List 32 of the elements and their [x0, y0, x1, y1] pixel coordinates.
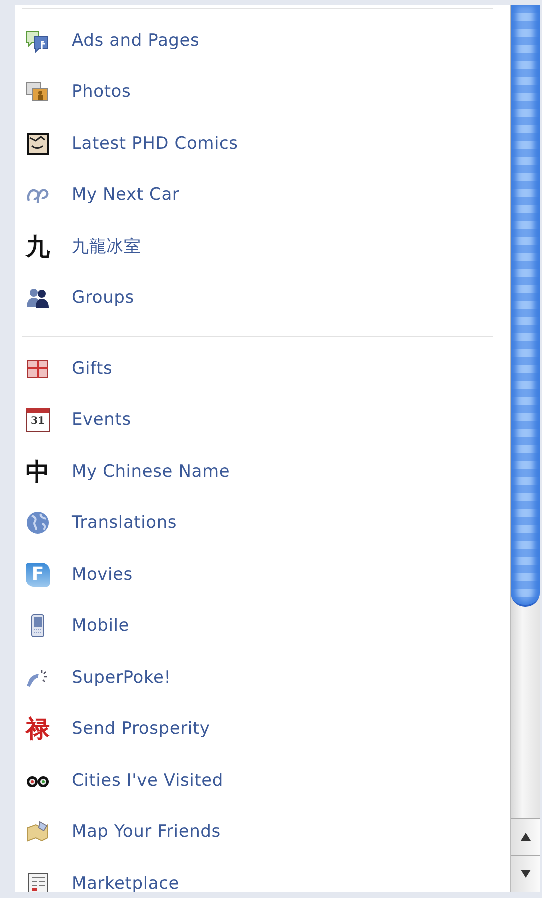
- menu-link[interactable]: Translations: [22, 498, 178, 549]
- film-logo-icon: F: [26, 562, 50, 587]
- menu-link[interactable]: Cities I've Visited: [22, 755, 224, 806]
- calligraphy-icon: 禄: [26, 717, 50, 742]
- menu-link[interactable]: Groups: [22, 272, 134, 324]
- menu-link[interactable]: 中 My Chinese Name: [22, 446, 230, 498]
- menu-link[interactable]: My Next Car: [22, 170, 180, 221]
- up-arrow-icon: [520, 832, 532, 842]
- people-icon: [26, 286, 50, 310]
- menu-link[interactable]: 禄 Send Prosperity: [22, 704, 210, 755]
- calendar-icon: 31: [26, 408, 50, 432]
- menu-link[interactable]: Map Your Friends: [22, 806, 221, 858]
- photos-icon: [26, 80, 50, 104]
- menu-link[interactable]: 31 Events: [22, 394, 132, 446]
- menu-link[interactable]: 九 九龍冰室: [22, 221, 142, 272]
- calligraphy-icon: 九: [26, 234, 50, 259]
- menu-link[interactable]: Mobile: [22, 600, 130, 652]
- map-icon: [26, 820, 50, 844]
- menu-link[interactable]: Latest PHD Comics: [22, 118, 238, 170]
- menu-link[interactable]: Photos: [22, 66, 132, 118]
- page-icon: [26, 28, 50, 53]
- menu-link[interactable]: SuperPoke!: [22, 652, 172, 704]
- scrollbar-thumb[interactable]: [511, 5, 540, 607]
- menu-link[interactable]: Marketplace: [22, 858, 180, 892]
- down-arrow-icon: [520, 869, 532, 879]
- globe-icon: [26, 511, 50, 536]
- calligraphy-icon: 中: [26, 460, 50, 484]
- menu-link[interactable]: Ads and Pages: [22, 15, 200, 66]
- scroll-up-button[interactable]: [511, 818, 540, 855]
- menu-link[interactable]: F Movies: [22, 549, 133, 600]
- scroll-down-button[interactable]: [511, 855, 540, 892]
- menu-link[interactable]: Gifts: [22, 343, 113, 394]
